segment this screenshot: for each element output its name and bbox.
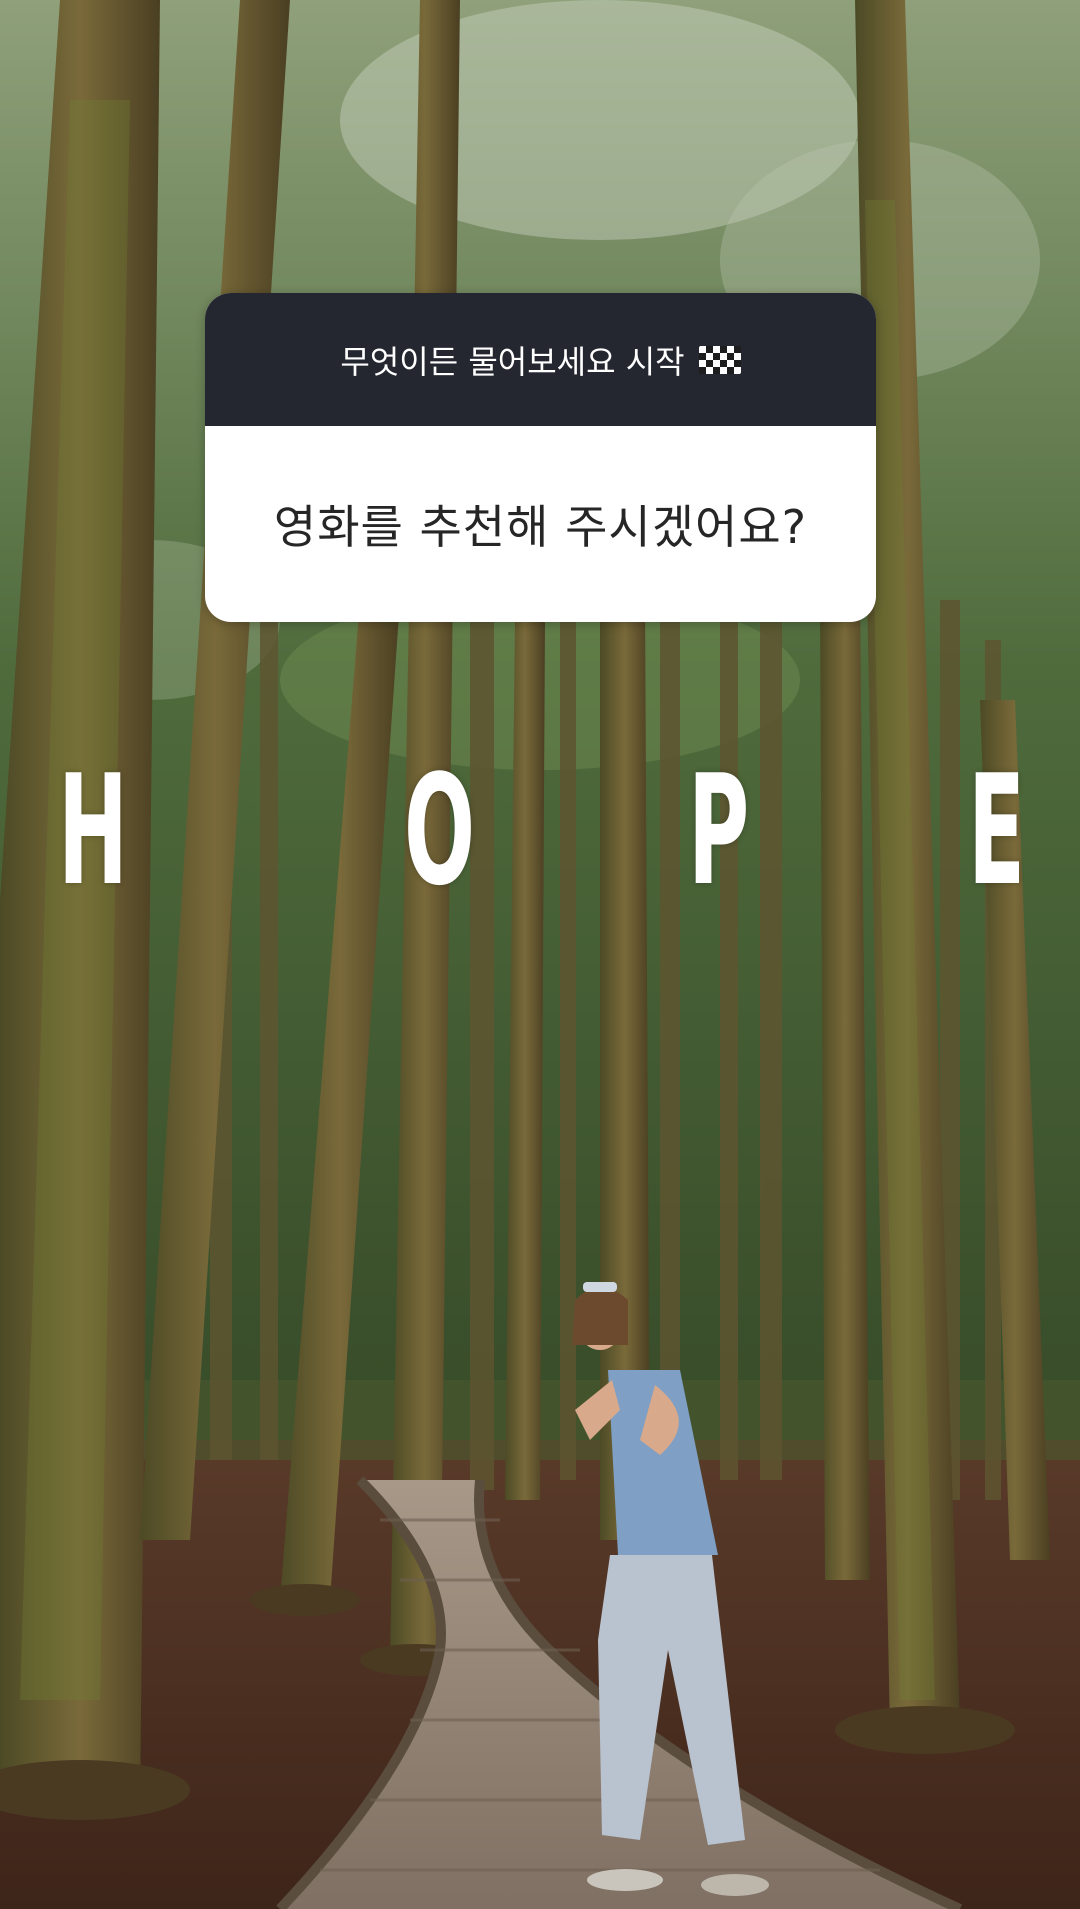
question-text: 영화를 추천해 주시겠어요? <box>273 500 808 554</box>
overlay-letter-o: O <box>404 742 476 919</box>
overlay-letter-e: E <box>968 742 1026 919</box>
overlay-letter-p: P <box>688 742 750 919</box>
question-sticker-body: 영화를 추천해 주시겠어요? <box>205 426 876 622</box>
background-photo <box>0 0 1080 1909</box>
question-sticker-title: 무엇이든 물어보세요 시작 <box>340 342 685 381</box>
question-sticker-header: 무엇이든 물어보세요 시작 <box>205 293 876 426</box>
overlay-letter-h: H <box>58 742 128 919</box>
checkered-flag-icon <box>698 345 741 374</box>
question-sticker[interactable]: 무엇이든 물어보세요 시작 영화를 추천해 주시겠어요? <box>205 293 876 622</box>
